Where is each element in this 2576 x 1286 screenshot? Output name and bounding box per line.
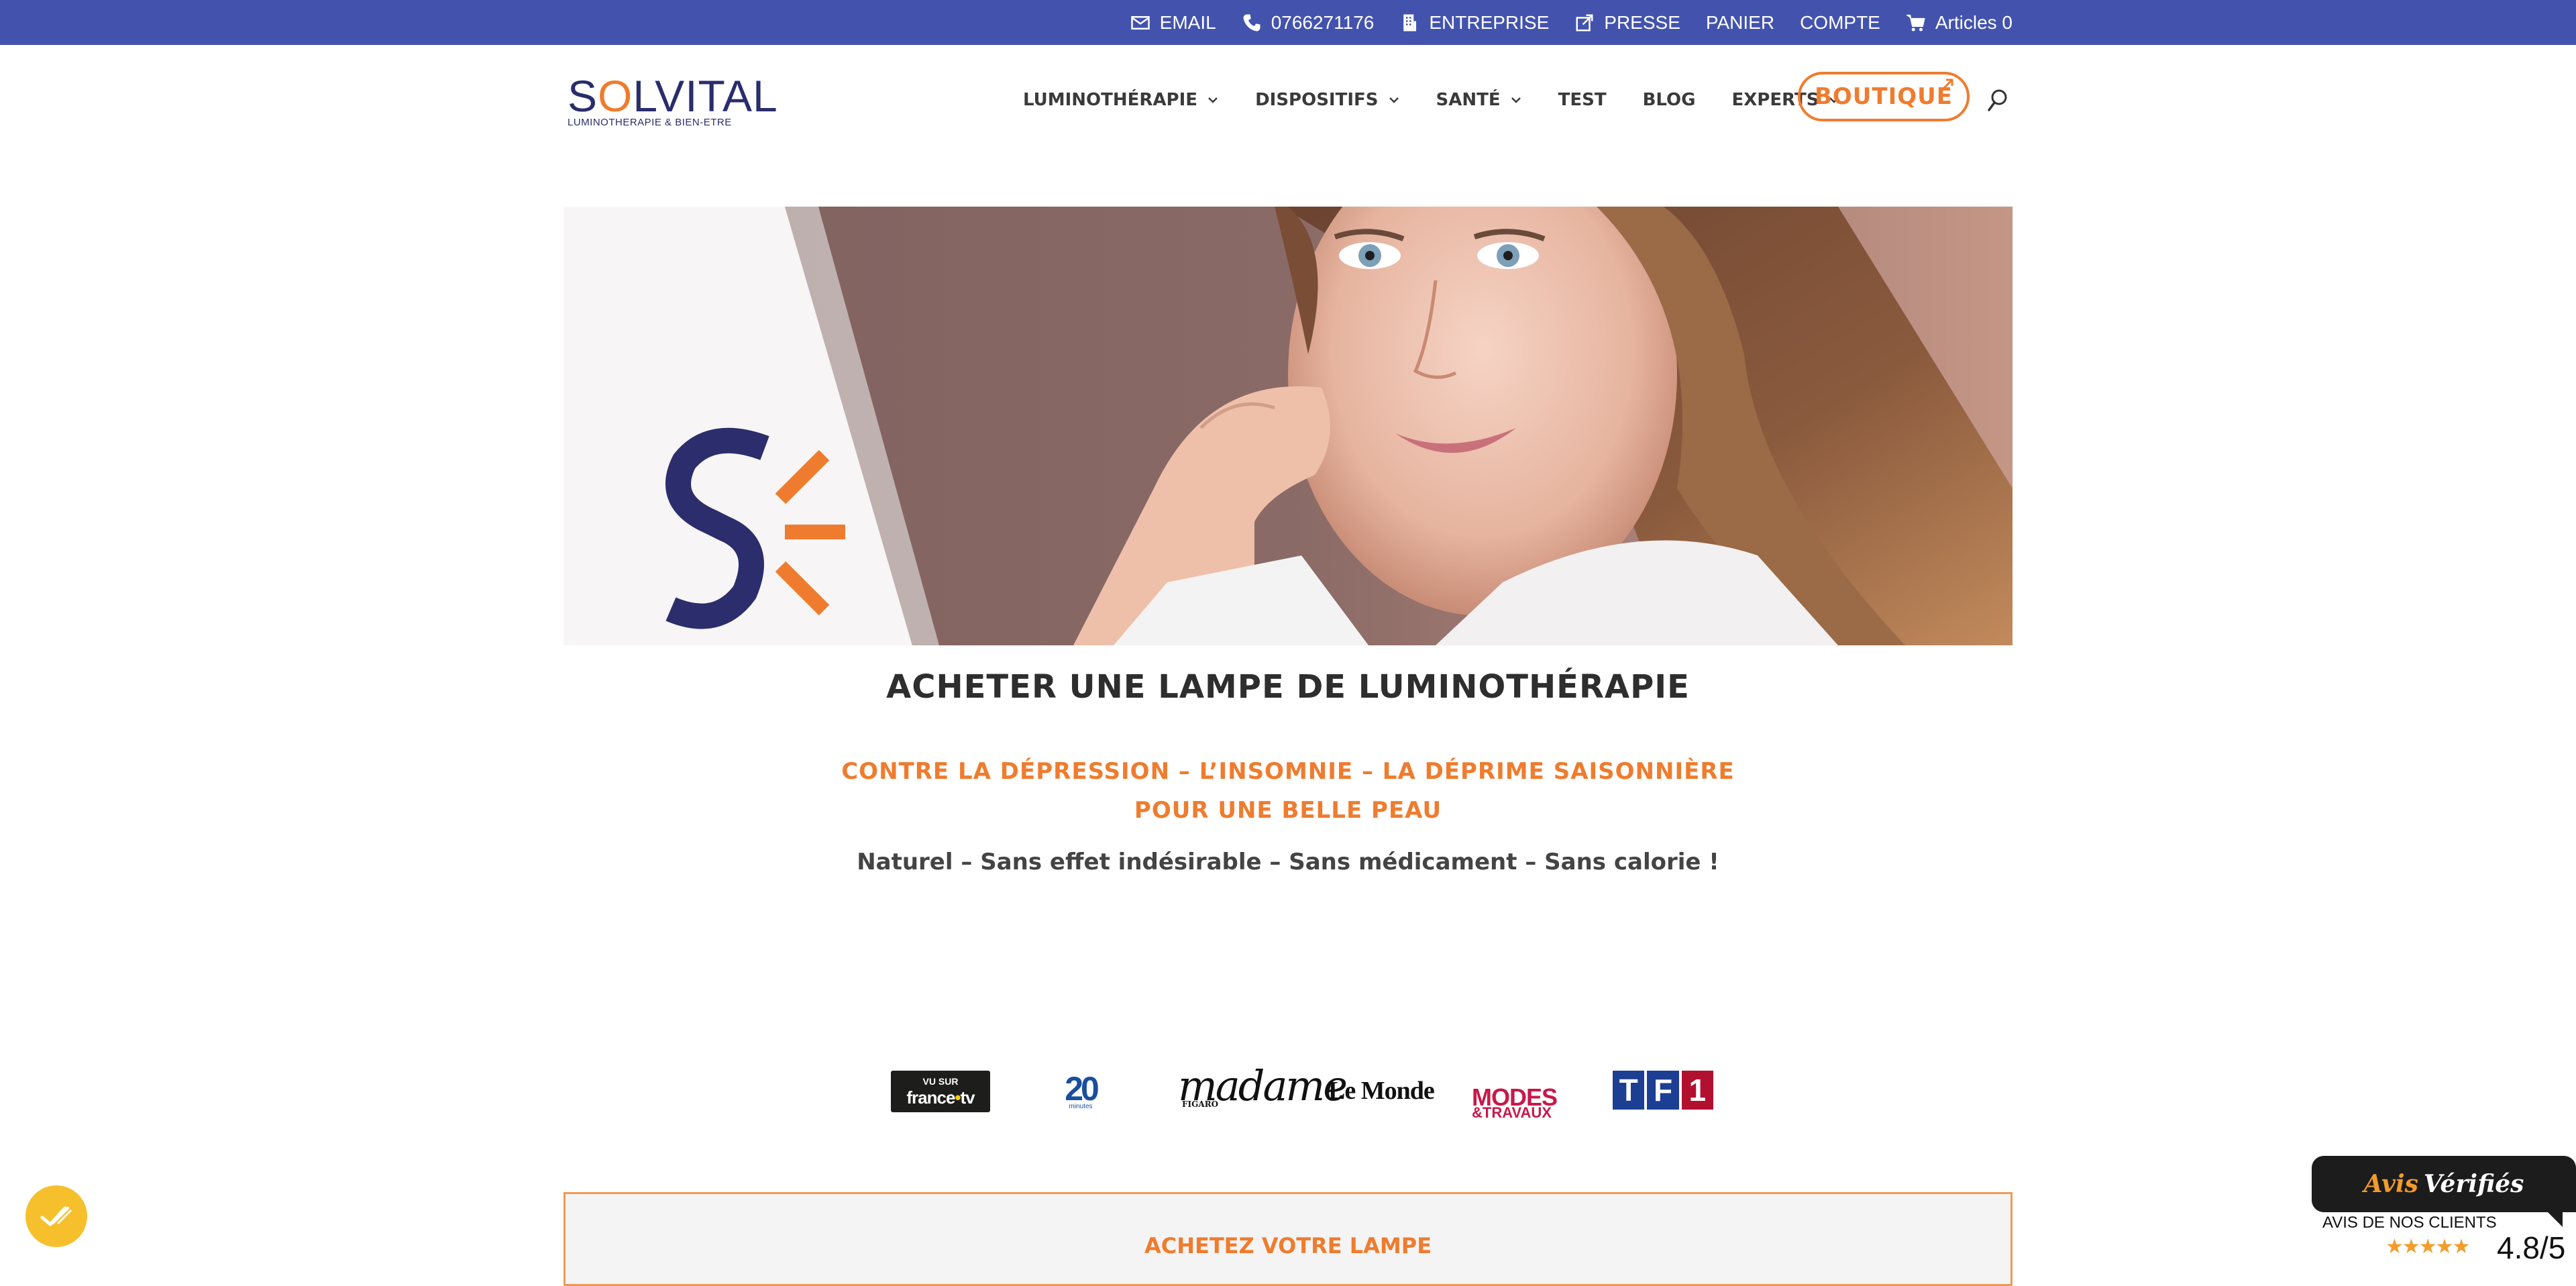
compte-link[interactable]: COMPTE — [1800, 12, 1880, 34]
chevron-down-icon — [1389, 97, 1399, 103]
chevron-down-icon — [1511, 97, 1521, 103]
subtitle-line-1: CONTRE LA DÉPRESSION – L’INSOMNIE – LA D… — [841, 758, 1735, 785]
entreprise-link[interactable]: ENTREPRISE — [1399, 12, 1549, 34]
presse-link[interactable]: PRESSE — [1574, 12, 1680, 34]
top-utility-bar: EMAIL 0766271176 ENTREPRISE PRESSE PANIE… — [0, 0, 2576, 45]
hero-image — [564, 207, 2012, 645]
boutique-label: BOUTIQUE — [1814, 83, 1953, 110]
nav-label: DISPOSITIFS — [1255, 90, 1379, 110]
panier-link[interactable]: PANIER — [1706, 12, 1774, 34]
chevron-down-icon — [1208, 97, 1218, 103]
presse-label: PRESSE — [1604, 11, 1680, 33]
nav-item-blog[interactable]: BLOG — [1643, 90, 1696, 110]
external-link-icon — [1576, 14, 1593, 31]
tf1-logo: T F 1 — [1613, 1071, 1713, 1110]
check-icon — [40, 1206, 72, 1226]
nav-label: BLOG — [1642, 90, 1696, 110]
nav-item-luminotherapie[interactable]: LUMINOTHÉRAPIE — [1023, 90, 1219, 110]
rating-stars: ★★★★★ — [2385, 1235, 2470, 1258]
avis-verifies-brand: Avis Vérifiés — [2312, 1156, 2576, 1212]
cart-icon — [1907, 14, 1925, 31]
nav-label: TEST — [1558, 90, 1607, 110]
page-title: ACHETER UNE LAMPE DE LUMINOTHÉRAPIE — [886, 668, 1690, 706]
logo-tagline: LUMINOTHERAPIE & BIEN-ETRE — [568, 117, 732, 128]
20minutes-logo: 20 minutes — [1065, 1070, 1099, 1110]
buy-lamp-title: ACHETEZ VOTRE LAMPE — [1144, 1233, 1432, 1258]
le-monde-logo: Le Monde — [1328, 1077, 1435, 1105]
nav-item-dispositifs[interactable]: DISPOSITIFS — [1255, 90, 1399, 110]
site-logo[interactable]: SOLVITAL LUMINOTHERAPIE & BIEN-ETRE — [568, 71, 778, 128]
building-icon — [1403, 14, 1417, 31]
avis-label: AVIS DE NOS CLIENTS — [2322, 1214, 2497, 1232]
panier-label: PANIER — [1705, 11, 1775, 33]
envelope-icon — [1130, 15, 1150, 30]
cart-link[interactable]: Articles 0 — [1906, 12, 2012, 34]
search-icon[interactable] — [1987, 88, 2008, 113]
rating-score: 4.8/5 — [2497, 1230, 2566, 1265]
cart-label: Articles 0 — [1935, 11, 2012, 33]
madame-figaro-logo: madame FIGARO — [1178, 1061, 1348, 1110]
francetv-logo: VU SUR france•tv — [891, 1071, 990, 1112]
entreprise-label: ENTREPRISE — [1429, 11, 1550, 33]
cookie-consent-button[interactable] — [25, 1185, 87, 1247]
email-link[interactable]: EMAIL — [1130, 12, 1216, 34]
avis-verifies-widget[interactable]: Avis Vérifiés AVIS DE NOS CLIENTS ★★★★★ 4… — [2312, 1156, 2576, 1265]
nav-item-test[interactable]: TEST — [1558, 90, 1607, 110]
arrow-up-right-icon — [1943, 78, 1953, 89]
nav-label: LUMINOTHÉRAPIE — [1023, 90, 1198, 110]
phone-icon — [1243, 14, 1260, 31]
top-links: EMAIL 0766271176 ENTREPRISE PRESSE PANIE… — [1130, 0, 2012, 45]
speech-tail — [2548, 1212, 2563, 1227]
email-label: EMAIL — [1159, 11, 1216, 33]
main-nav: LUMINOTHÉRAPIE DISPOSITIFS SANTÉ TEST BL… — [1023, 83, 1840, 117]
hero-banner — [564, 207, 2012, 645]
nav-item-sante[interactable]: SANTÉ — [1436, 90, 1522, 110]
buy-lamp-section: ACHETEZ VOTRE LAMPE — [564, 1192, 2012, 1286]
tagline: Naturel – Sans effet indésirable – Sans … — [857, 849, 1719, 875]
logo-wordmark: SOLVITAL — [568, 71, 778, 121]
phone-link[interactable]: 0766271176 — [1242, 11, 1375, 34]
compte-label: COMPTE — [1800, 11, 1880, 33]
nav-label: SANTÉ — [1436, 90, 1501, 110]
subtitle-line-2: POUR UNE BELLE PEAU — [1134, 797, 1442, 824]
modes-travaux-logo: MODES &TRAVAUX — [1472, 1083, 1558, 1121]
boutique-button[interactable]: BOUTIQUE — [1798, 72, 1970, 121]
phone-label: 0766271176 — [1271, 11, 1375, 33]
